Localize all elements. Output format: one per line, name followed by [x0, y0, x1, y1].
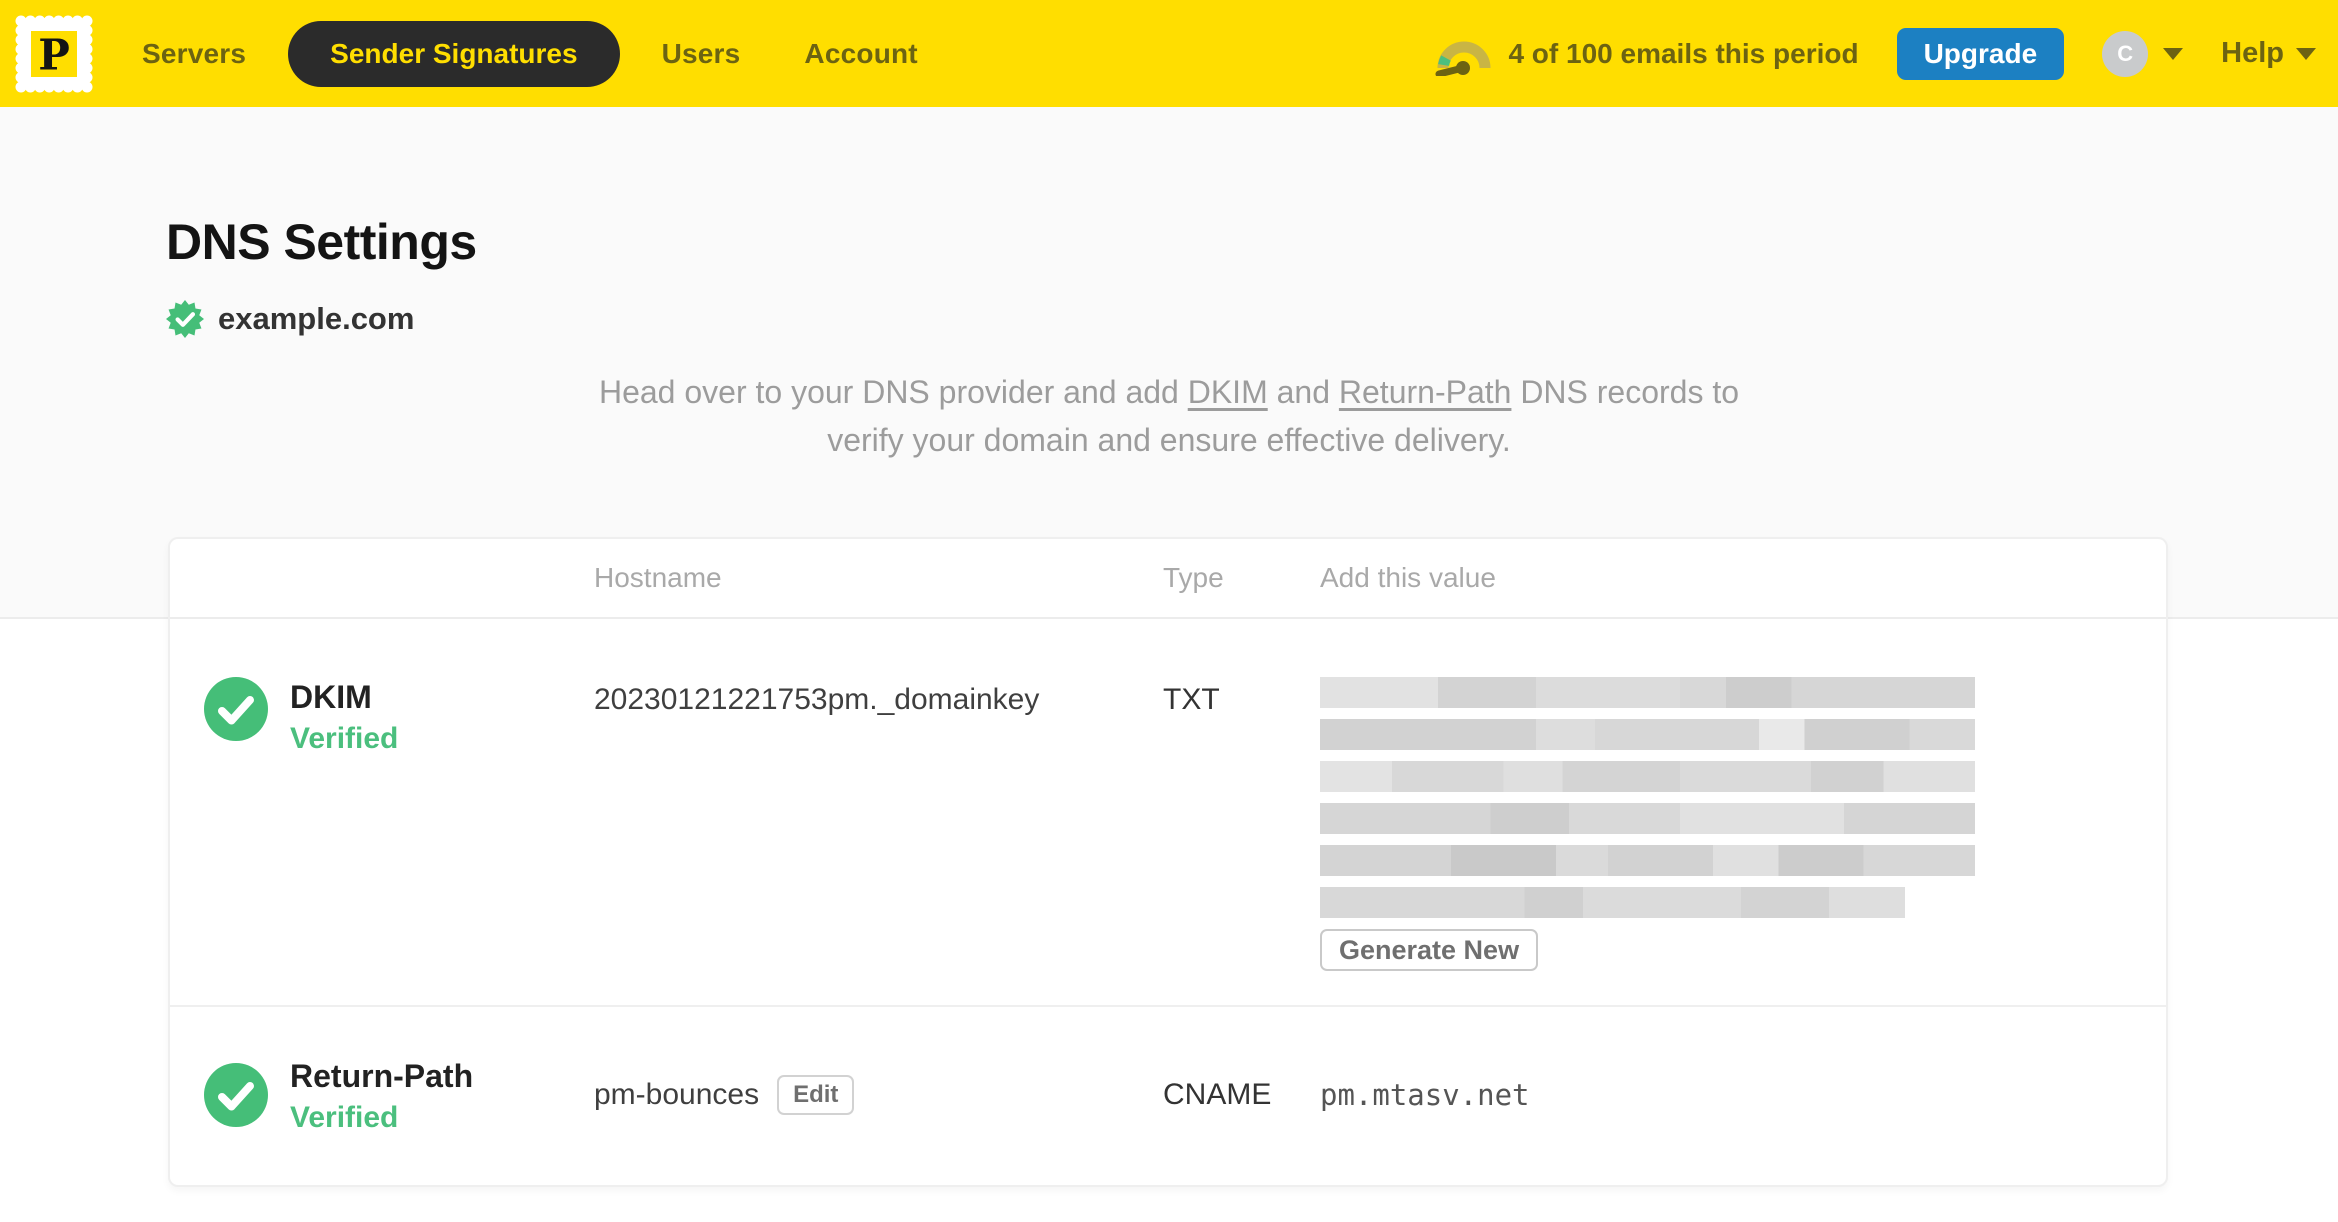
- return-path-value: pm.mtasv.net: [1320, 1078, 1530, 1112]
- chevron-down-icon: [2296, 47, 2316, 60]
- usage-meter: 4 of 100 emails this period: [1434, 32, 1859, 76]
- nav-item-users[interactable]: Users: [630, 38, 773, 70]
- account-menu[interactable]: C: [2102, 30, 2184, 77]
- verified-check-icon: [204, 1063, 268, 1127]
- table-header-row: Hostname Type Add this value: [170, 539, 2166, 617]
- redacted-value-line: [1320, 803, 1975, 834]
- table-row-return-path: Return-Path Verified pm-bounces Edit CNA…: [170, 1005, 2166, 1183]
- verified-seal-icon: [166, 300, 204, 338]
- redacted-dkim-value: [1320, 677, 1975, 918]
- redacted-value-line: [1320, 761, 1975, 792]
- intro-post: DNS records to: [1511, 374, 1740, 410]
- dns-settings-screen: P Servers Sender Signatures Users Accoun…: [0, 0, 2338, 1222]
- primary-nav: Servers Sender Signatures Users Account: [110, 20, 950, 87]
- redacted-value-line: [1320, 845, 1975, 876]
- usage-text: 4 of 100 emails this period: [1508, 37, 1859, 69]
- help-label: Help: [2221, 37, 2284, 69]
- intro-pre: Head over to your DNS provider and add: [598, 374, 1188, 410]
- table-row-dkim: DKIM Verified 20230121221753pm._domainke…: [170, 617, 2166, 1005]
- record-name: Return-Path: [290, 1057, 474, 1094]
- redacted-value-line: [1320, 677, 1975, 708]
- avatar[interactable]: C: [2102, 30, 2149, 77]
- intro-line2: verify your domain and ensure effective …: [827, 422, 1511, 458]
- dkim-hostname: 20230121221753pm._domainkey: [594, 683, 1040, 716]
- header-add-this-value: Add this value: [1320, 562, 1496, 593]
- return-path-link[interactable]: Return-Path: [1339, 374, 1512, 410]
- svg-text:P: P: [38, 30, 70, 79]
- generate-new-button[interactable]: Generate New: [1320, 929, 1539, 971]
- upgrade-button[interactable]: Upgrade: [1896, 27, 2065, 80]
- dkim-link[interactable]: DKIM: [1188, 374, 1268, 410]
- nav-item-account[interactable]: Account: [772, 38, 949, 70]
- chevron-down-icon: [2163, 47, 2184, 60]
- dkim-type: TXT: [1163, 683, 1220, 716]
- header-hostname: Hostname: [594, 562, 722, 593]
- intro-mid: and: [1267, 374, 1339, 410]
- nav-item-servers[interactable]: Servers: [110, 38, 278, 70]
- verified-check-icon: [204, 677, 268, 741]
- header-type: Type: [1163, 562, 1224, 593]
- domain-name: example.com: [218, 301, 415, 336]
- record-name: DKIM: [290, 679, 372, 715]
- domain-row: example.com: [166, 300, 414, 338]
- top-nav-bar: P Servers Sender Signatures Users Accoun…: [0, 0, 2338, 107]
- intro-text: Head over to your DNS provider and add D…: [0, 368, 2338, 464]
- page-title: DNS Settings: [166, 214, 477, 270]
- edit-button[interactable]: Edit: [777, 1075, 855, 1115]
- nav-right-section: 4 of 100 emails this period Upgrade C He…: [1434, 27, 2316, 80]
- status-badge: Verified: [290, 1100, 399, 1134]
- dns-records-card: Hostname Type Add this value DKIM Verifi…: [168, 537, 2168, 1187]
- return-path-hostname: pm-bounces: [594, 1078, 760, 1111]
- postmark-logo-icon[interactable]: P: [14, 14, 94, 94]
- status-badge: Verified: [290, 722, 399, 755]
- return-path-type: CNAME: [1163, 1078, 1272, 1111]
- help-menu[interactable]: Help: [2221, 37, 2316, 70]
- nav-item-sender-signatures[interactable]: Sender Signatures: [288, 20, 620, 87]
- redacted-value-line: [1320, 719, 1975, 750]
- redacted-value-line: [1320, 887, 1905, 918]
- gauge-icon: [1435, 41, 1491, 76]
